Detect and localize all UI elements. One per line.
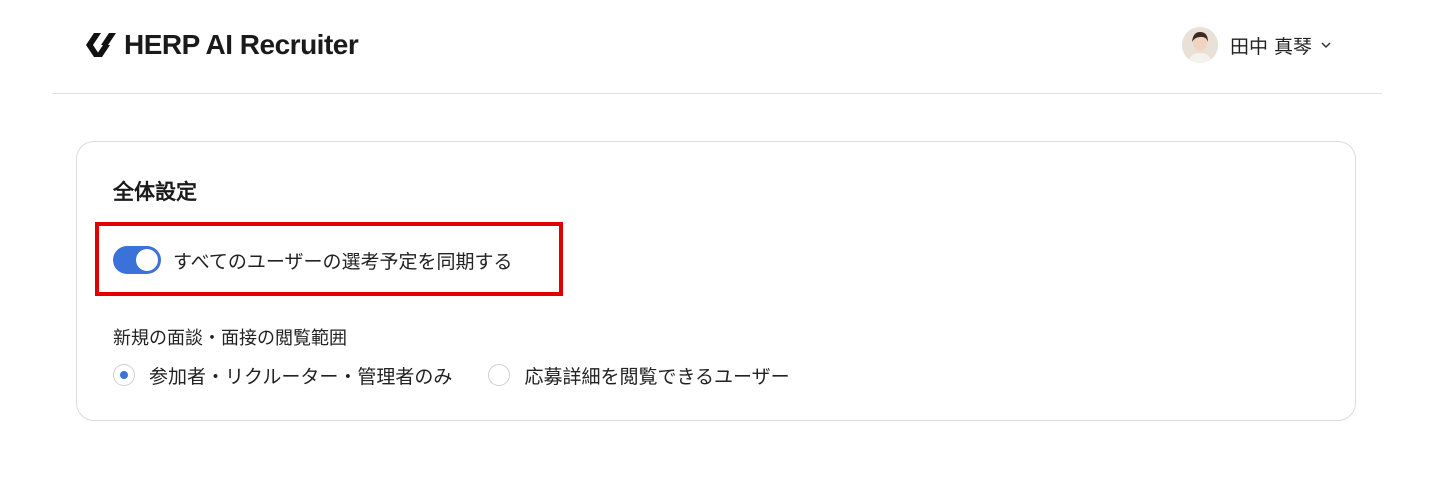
- app-name: HERP AI Recruiter: [124, 29, 359, 60]
- global-settings-card: 全体設定 すべてのユーザーの選考予定を同期する 新規の面談・面接の閲覧範囲 参加…: [76, 141, 1356, 421]
- herp-logo-icon: [86, 33, 116, 57]
- radio-button[interactable]: [488, 364, 511, 386]
- chevron-down-icon: [1321, 42, 1331, 49]
- app-header: HERP AI Recruiter 田中 真琴: [52, 0, 1382, 94]
- user-name: 田中 真琴: [1229, 35, 1312, 58]
- radio-button-checked[interactable]: [113, 364, 135, 386]
- sync-schedule-label: すべてのユーザーの選考予定を同期する: [173, 250, 513, 273]
- toggle-knob: [136, 249, 158, 271]
- view-scope-radio-group: 参加者・リクルーター・管理者のみ 応募詳細を閲覧できるユーザー: [113, 362, 826, 388]
- view-scope-option-participants[interactable]: 参加者・リクルーター・管理者のみ: [113, 362, 452, 389]
- app-logo[interactable]: HERP AI Recruiter: [84, 28, 359, 62]
- radio-label: 応募詳細を閲覧できるユーザー: [524, 365, 790, 388]
- radio-label: 参加者・リクルーター・管理者のみ: [149, 365, 453, 388]
- view-scope-option-all-viewers[interactable]: 応募詳細を閲覧できるユーザー: [488, 362, 790, 389]
- page-title: 全体設定: [113, 180, 197, 204]
- view-scope-label: 新規の面談・面接の閲覧範囲: [113, 328, 347, 349]
- user-avatar-icon: [1181, 27, 1218, 63]
- user-menu[interactable]: 田中 真琴: [1181, 26, 1332, 64]
- sync-schedule-setting: すべてのユーザーの選考予定を同期する: [113, 246, 513, 274]
- avatar: [1181, 27, 1218, 63]
- sync-schedule-toggle[interactable]: [113, 246, 161, 274]
